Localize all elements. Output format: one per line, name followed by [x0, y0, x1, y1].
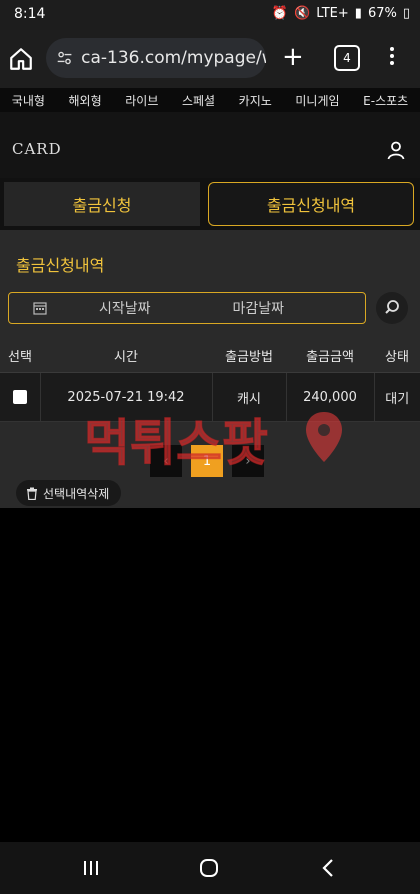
status-time: 8:14	[14, 6, 46, 22]
search-button[interactable]	[376, 292, 408, 324]
new-tab-icon[interactable]: +	[282, 44, 304, 70]
col-status: 상태	[374, 338, 420, 373]
history-table: 선택 시간 출금방법 출금금액 상태 2025-07-21 19:42 캐시 2…	[0, 338, 420, 422]
trash-icon	[27, 487, 37, 500]
menu-item-esports[interactable]: E-스포츠	[363, 92, 408, 109]
section-title: 출금신청내역	[16, 256, 105, 275]
menu-item-casino[interactable]: 카지노	[239, 92, 272, 109]
row-time: 2025-07-21 19:42	[40, 372, 213, 422]
browser-toolbar: ca-136.com/mypage/w + 4	[0, 30, 420, 88]
signal-icon: ▮	[354, 6, 362, 21]
user-icon[interactable]	[386, 140, 406, 160]
alarm-icon: ⏰	[271, 6, 289, 21]
end-date-input[interactable]: 마감날짜	[233, 298, 285, 318]
col-amount: 출금금액	[286, 338, 374, 373]
tab-withdraw-request-label: 출금신청	[72, 196, 132, 215]
col-method: 출금방법	[212, 338, 286, 373]
category-menu: 국내형 해외형 라이브 스페셜 카지노 미니게임 E-스포츠	[0, 88, 420, 112]
site-settings-icon[interactable]	[56, 49, 73, 67]
col-select: 선택	[0, 338, 40, 373]
site-header: CARD	[0, 112, 420, 178]
mute-icon: 🔇	[294, 6, 311, 21]
battery-icon: ▯	[402, 6, 410, 21]
menu-item-overseas[interactable]: 해외형	[69, 92, 102, 109]
home-nav-icon[interactable]	[198, 857, 220, 879]
menu-item-domestic[interactable]: 국내형	[12, 92, 45, 109]
table-header-row: 선택 시간 출금방법 출금금액 상태	[0, 338, 420, 373]
menu-item-minigame[interactable]: 미니게임	[295, 92, 339, 109]
tab-withdraw-request[interactable]: 출금신청	[4, 182, 200, 226]
row-method: 캐시	[212, 372, 287, 422]
more-menu-icon[interactable]	[388, 44, 396, 72]
prev-page-button[interactable]: ‹	[150, 445, 182, 477]
row-select-cell	[0, 372, 41, 422]
delete-selected-label: 선택내역삭제	[43, 486, 110, 501]
withdraw-history-panel: 출금신청내역 시작날짜 마감날짜 선택 시간 출금방법 출금금액 상태 2025…	[0, 230, 420, 508]
search-icon	[385, 300, 399, 314]
network-type: LTE+	[316, 6, 349, 21]
row-status: 대기	[374, 372, 420, 422]
home-icon[interactable]	[8, 46, 34, 72]
site-logo[interactable]: CARD	[12, 140, 62, 158]
address-bar[interactable]: ca-136.com/mypage/w	[46, 38, 266, 78]
row-checkbox[interactable]	[12, 390, 27, 404]
table-row: 2025-07-21 19:42 캐시 240,000 대기	[0, 372, 420, 422]
delete-selected-button[interactable]: 선택내역삭제	[16, 480, 122, 506]
tab-withdraw-history[interactable]: 출금신청내역	[208, 182, 414, 226]
empty-area	[0, 508, 420, 842]
tab-withdraw-history-label: 출금신청내역	[266, 196, 356, 215]
next-page-button[interactable]: ›	[232, 445, 264, 477]
menu-item-live[interactable]: 라이브	[125, 92, 158, 109]
battery-level: 67%	[367, 6, 397, 21]
date-range-filter[interactable]: 시작날짜 마감날짜	[8, 292, 366, 324]
pagination: ‹ 1 ›	[150, 445, 264, 477]
url-text: ca-136.com/mypage/w	[81, 48, 266, 68]
page-button-current[interactable]: 1	[191, 445, 223, 477]
status-icons: ⏰ 🔇 LTE+ ▮ 67% ▯	[272, 6, 410, 21]
menu-item-special[interactable]: 스페셜	[182, 92, 215, 109]
recent-apps-icon[interactable]	[80, 857, 102, 879]
calendar-icon	[33, 302, 47, 315]
col-time: 시간	[40, 338, 212, 373]
withdraw-tabs: 출금신청 출금신청내역	[0, 178, 420, 230]
tab-switcher-button[interactable]: 4	[334, 45, 360, 71]
system-nav-bar	[0, 842, 420, 894]
row-amount: 240,000	[286, 372, 375, 422]
logo-text: CARD	[12, 140, 62, 158]
back-icon[interactable]	[318, 857, 340, 879]
start-date-input[interactable]: 시작날짜	[99, 298, 151, 318]
status-bar: 8:14 ⏰ 🔇 LTE+ ▮ 67% ▯	[0, 0, 420, 30]
